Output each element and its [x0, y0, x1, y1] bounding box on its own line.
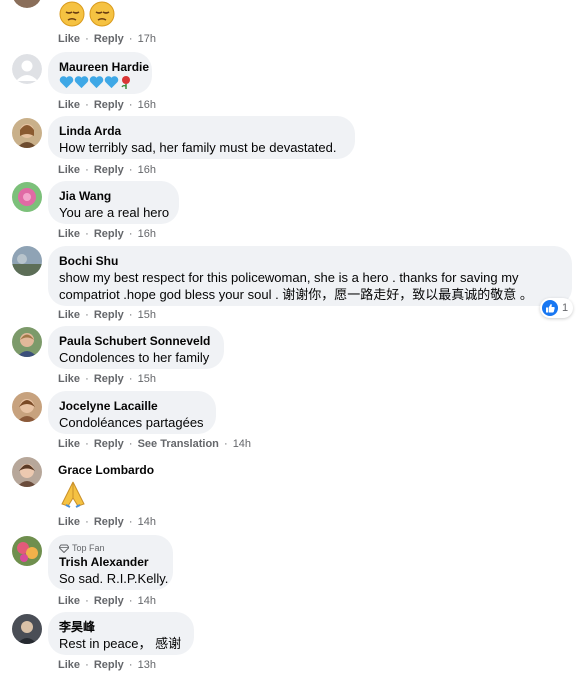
comment-author[interactable]: Maureen Hardie — [59, 59, 149, 75]
comment-text: Condolences to her family — [59, 350, 210, 365]
comment-bubble: Paula Schubert Sonneveld Condolences to … — [48, 326, 224, 369]
avatar[interactable] — [12, 182, 42, 212]
comment-text-line: show my best respect for this policewoma… — [59, 270, 519, 285]
comment-text: Condoléances partagées — [59, 415, 204, 430]
like-link[interactable]: Like — [58, 373, 80, 385]
like-link[interactable]: Like — [58, 33, 80, 45]
comment-text-line: compatriot .hope god bless your soul . 谢… — [59, 287, 533, 302]
reply-link[interactable]: Reply — [94, 373, 124, 385]
reply-link[interactable]: Reply — [94, 228, 124, 240]
reply-link[interactable]: Reply — [94, 595, 124, 607]
reply-link[interactable]: Reply — [94, 99, 124, 111]
comment-actions: Like · Reply · 15h — [58, 373, 156, 385]
comment-author[interactable]: Jocelyne Lacaille — [59, 398, 205, 414]
comment-thread: Like · Reply · 17h Maureen Hardie Like ·… — [0, 0, 578, 677]
comment-author[interactable]: Bochi Shu — [59, 253, 561, 269]
folded-hands-icon — [61, 481, 85, 508]
like-link[interactable]: Like — [58, 99, 80, 111]
like-link[interactable]: Like — [58, 228, 80, 240]
timestamp[interactable]: 16h — [138, 228, 156, 240]
timestamp[interactable]: 14h — [233, 438, 251, 450]
diamond-icon — [59, 544, 69, 553]
comment-emoji — [58, 1, 116, 27]
comment-bubble: Jocelyne Lacaille Condoléances partagées — [48, 391, 216, 434]
comment-actions: Like · Reply · 17h — [58, 33, 156, 45]
comment-text: So sad. R.I.P.Kelly. — [59, 571, 169, 586]
timestamp[interactable]: 15h — [138, 309, 156, 321]
comment-actions: Like · Reply · 16h — [58, 228, 156, 240]
avatar[interactable] — [12, 457, 42, 487]
comment-actions: Like · Reply · See Translation · 14h — [58, 438, 252, 450]
comment-actions: Like · Reply · 16h — [58, 99, 156, 111]
timestamp[interactable]: 17h — [138, 33, 156, 45]
comment-text: Rest in peace， 感谢 — [59, 636, 182, 651]
comment-bubble: 李昊峰 Rest in peace， 感谢 — [48, 612, 194, 655]
comment-emoji — [59, 75, 141, 89]
comment-author[interactable]: Linda Arda — [59, 123, 344, 139]
avatar[interactable] — [12, 327, 42, 357]
timestamp[interactable]: 16h — [138, 164, 156, 176]
comment-actions: Like · Reply · 15h — [58, 309, 156, 321]
timestamp[interactable]: 14h — [138, 595, 156, 607]
comment-author[interactable]: Trish Alexander — [59, 554, 162, 570]
reply-link[interactable]: Reply — [94, 438, 124, 450]
timestamp[interactable]: 13h — [138, 659, 156, 671]
pensive-face-icon — [89, 1, 115, 27]
like-link[interactable]: Like — [58, 438, 80, 450]
like-link[interactable]: Like — [58, 164, 80, 176]
avatar[interactable] — [12, 614, 42, 644]
like-link[interactable]: Like — [58, 309, 80, 321]
comment-author[interactable]: Paula Schubert Sonneveld — [59, 333, 213, 349]
like-icon — [542, 300, 558, 316]
comment-author[interactable]: 李昊峰 — [59, 619, 183, 635]
avatar[interactable] — [12, 536, 42, 566]
comment-bubble: Top Fan Trish Alexander So sad. R.I.P.Ke… — [48, 535, 173, 590]
timestamp[interactable]: 14h — [138, 516, 156, 528]
avatar[interactable] — [12, 246, 42, 276]
comment-bubble: Maureen Hardie — [48, 52, 152, 94]
reaction-count-badge[interactable]: 1 — [540, 298, 574, 318]
comment-text: You are a real hero — [59, 205, 170, 220]
comment-actions: Like · Reply · 16h — [58, 164, 156, 176]
see-translation-link[interactable]: See Translation — [138, 438, 219, 450]
avatar[interactable] — [12, 54, 42, 84]
like-link[interactable]: Like — [58, 595, 80, 607]
timestamp[interactable]: 15h — [138, 373, 156, 385]
avatar[interactable] — [12, 0, 42, 8]
avatar[interactable] — [12, 392, 42, 422]
comment-author[interactable]: Jia Wang — [59, 188, 168, 204]
reply-link[interactable]: Reply — [94, 659, 124, 671]
blue-heart-icon — [104, 76, 119, 89]
reply-link[interactable]: Reply — [94, 164, 124, 176]
comment-bubble: Jia Wang You are a real hero — [48, 181, 179, 224]
blue-heart-icon — [74, 76, 89, 89]
comment-text: How terribly sad, her family must be dev… — [59, 140, 337, 155]
like-link[interactable]: Like — [58, 516, 80, 528]
reaction-count: 1 — [562, 302, 569, 314]
like-link[interactable]: Like — [58, 659, 80, 671]
blue-heart-icon — [59, 76, 74, 89]
comment-bubble: Bochi Shu show my best respect for this … — [48, 246, 572, 306]
top-fan-badge[interactable]: Top Fan — [59, 542, 162, 554]
pensive-face-icon — [59, 1, 85, 27]
comment-actions: Like · Reply · 14h — [58, 516, 156, 528]
avatar[interactable] — [12, 118, 42, 148]
rose-icon — [121, 76, 130, 89]
top-fan-label: Top Fan — [72, 543, 105, 553]
blue-heart-icon — [89, 76, 104, 89]
reply-link[interactable]: Reply — [94, 516, 124, 528]
comment-actions: Like · Reply · 14h — [58, 595, 156, 607]
comment-actions: Like · Reply · 13h — [58, 659, 156, 671]
reply-link[interactable]: Reply — [94, 309, 124, 321]
comment-author[interactable]: Grace Lombardo — [58, 462, 154, 478]
reply-link[interactable]: Reply — [94, 33, 124, 45]
timestamp[interactable]: 16h — [138, 99, 156, 111]
comment-bubble: Linda Arda How terribly sad, her family … — [48, 116, 355, 159]
